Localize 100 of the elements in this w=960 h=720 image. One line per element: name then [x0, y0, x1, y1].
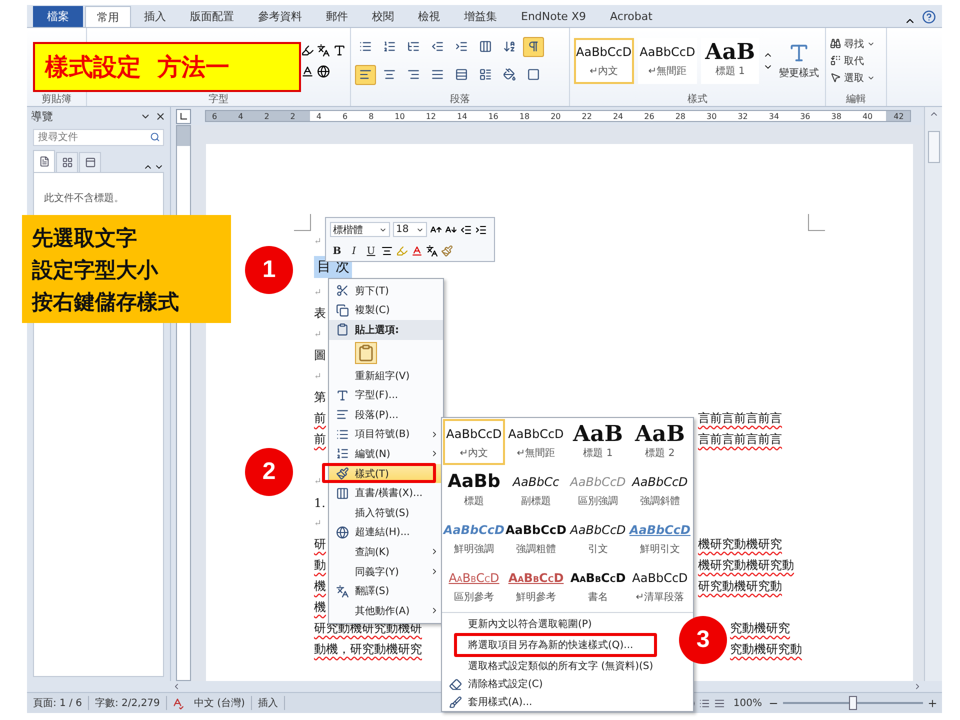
document-text: 動機，研究動機研究	[314, 641, 422, 658]
search-icon[interactable]	[150, 132, 160, 142]
shrink-font-icon[interactable]	[445, 224, 457, 236]
eraser-icon	[448, 678, 462, 690]
grow-font-icon[interactable]	[430, 224, 442, 236]
editing-button[interactable]: 尋找	[830, 36, 875, 50]
search-field[interactable]: 搜尋文件	[33, 129, 164, 146]
increase-indent-icon[interactable]	[475, 224, 487, 236]
font-size-field[interactable]: 18	[393, 222, 427, 237]
menu-item[interactable]: 直書/橫書(X)...	[329, 483, 443, 503]
zoom-text[interactable]: 100%	[727, 698, 768, 708]
format-painter-icon[interactable]	[441, 245, 453, 257]
ruler-number: 34	[768, 112, 780, 120]
page-icon	[38, 156, 50, 167]
zoom-thumb[interactable]	[849, 696, 857, 710]
editing-button[interactable]: 取代	[830, 54, 875, 68]
status-text: 頁面: 1 / 6	[27, 696, 89, 710]
group-label: 字型	[208, 93, 230, 106]
rows-icon	[455, 68, 468, 81]
globe-icon[interactable]	[317, 64, 330, 78]
scissors-icon	[336, 284, 348, 298]
format-button[interactable]: U	[364, 246, 378, 256]
replace-icon	[830, 55, 841, 66]
group-label: 剪貼簿	[40, 93, 72, 106]
help-icon[interactable]	[922, 10, 936, 24]
document-text: 究動機研究	[730, 620, 790, 637]
view-tab[interactable]	[56, 152, 78, 172]
insert-mode-text[interactable]: 插入	[252, 696, 285, 710]
phonetic-guide-icon[interactable]	[317, 44, 330, 56]
menu-item[interactable]: 套用樣式(A)...	[442, 693, 693, 711]
style-tile[interactable]: AaBbCcD ↵內文	[443, 419, 505, 465]
menu-item[interactable]: 貼上選項:	[329, 320, 443, 340]
ribbon-tab[interactable]: 插入	[133, 6, 177, 27]
font-color-icon[interactable]	[411, 245, 423, 257]
format-button[interactable]: B	[330, 246, 344, 256]
view-tab[interactable]	[33, 150, 55, 172]
ribbon-tab[interactable]: 郵件	[315, 6, 359, 27]
status-text: 字數: 2/2,279	[89, 696, 167, 710]
document-text: 究動機研究動	[730, 641, 802, 658]
ruler-number: 4	[238, 112, 244, 120]
menu-item[interactable]: 翻譯(S)	[329, 581, 443, 601]
font-color-icon[interactable]	[301, 64, 314, 78]
font-icon[interactable]	[333, 44, 346, 56]
document-text: ↵	[314, 330, 322, 340]
proofing-icon[interactable]	[170, 696, 184, 710]
ribbon-tab[interactable]: Acrobat	[598, 6, 664, 27]
menu-item[interactable]: 插入符號(S)	[329, 502, 443, 523]
document-text: 圖	[314, 347, 326, 364]
ribbon-tab[interactable]: EndNote X9	[510, 6, 597, 27]
language-text[interactable]: 中文 (台灣)	[188, 696, 252, 710]
zoom-in-icon[interactable]	[927, 698, 938, 708]
format-button[interactable]: I	[347, 246, 361, 256]
ruler-number: 8	[368, 112, 374, 120]
ribbon-tab[interactable]: 檔案	[33, 6, 83, 27]
highlighter-icon[interactable]	[301, 44, 314, 56]
scroll-thumb[interactable]	[928, 131, 940, 163]
change-styles-button[interactable]: 變更樣式	[777, 40, 821, 82]
ribbon-tab[interactable]: 常用	[85, 6, 131, 27]
align-left-icon	[359, 68, 372, 81]
close-icon[interactable]	[155, 110, 166, 122]
ruler-number: 12	[426, 112, 436, 120]
menu-item[interactable]: 剪下(T)	[329, 281, 443, 301]
scroll-left-icon[interactable]	[172, 682, 181, 691]
menu-item[interactable]: 其他動作(A)	[329, 600, 443, 620]
menu-item[interactable]: 項目符號(B)	[329, 424, 443, 444]
columns-icon	[479, 40, 492, 53]
phonetic-guide-icon[interactable]	[426, 245, 438, 257]
menu-item[interactable]: 同義字(Y)	[329, 562, 443, 582]
brush-icon	[448, 696, 462, 708]
menu-item[interactable]: 複製(C)	[329, 300, 443, 320]
paste-option-icon[interactable]	[355, 342, 377, 364]
decrease-indent-icon[interactable]	[460, 224, 472, 236]
document-text: 表	[314, 305, 326, 322]
menu-item[interactable]: 清除格式設定(C)	[442, 675, 693, 693]
font-name-field[interactable]: 標楷體	[330, 222, 390, 237]
paragraph-button[interactable]	[355, 64, 376, 84]
paragraph-button[interactable]	[523, 36, 544, 56]
tab-selector-icon[interactable]	[176, 108, 191, 124]
editing-button[interactable]: 選取	[830, 70, 875, 84]
ribbon-tab[interactable]: 參考資料	[247, 6, 313, 27]
ribbon-tab[interactable]: 增益集	[453, 6, 508, 27]
document-text: 前	[314, 431, 326, 448]
pane-title: 導覽	[31, 108, 53, 124]
ribbon-tab[interactable]: 版面配置	[179, 6, 245, 27]
style-tile[interactable]: AaBbCcD ↵內文	[574, 38, 634, 84]
view-tab[interactable]	[79, 152, 101, 172]
menu-item[interactable]: 段落(P)...	[329, 404, 443, 425]
center-icon[interactable]	[381, 245, 393, 257]
ribbon-tab[interactable]: 校閱	[361, 6, 405, 27]
menu-item[interactable]: 重新組字(V)	[329, 366, 443, 386]
menu-item[interactable]: 超連結(H)...	[329, 522, 443, 542]
menu-item[interactable]: 查詢(K)	[329, 542, 443, 562]
title-callout: 樣式設定 方法一	[33, 42, 301, 92]
menu-item[interactable]: 將選取項目另存為新的快速樣式(Q)...	[442, 636, 654, 654]
menu-item[interactable]: 編號(N)	[329, 444, 443, 464]
vertical-scrollbar[interactable]	[924, 107, 942, 681]
scroll-right-icon[interactable]	[913, 682, 922, 691]
ruler-number: 16	[488, 112, 498, 120]
ribbon-tab[interactable]: 檢視	[407, 6, 451, 27]
menu-item[interactable]: 字型(F)...	[329, 385, 443, 405]
